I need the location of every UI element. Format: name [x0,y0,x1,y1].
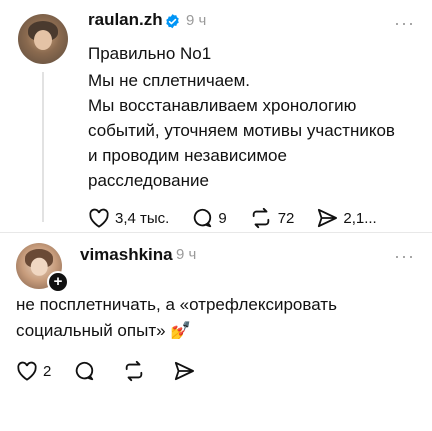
post-actions: 3,4 тыс. 9 72 2,1... [88,207,399,229]
like-count: 3,4 тыс. [115,209,170,227]
more-options-icon[interactable]: ··· [394,14,415,32]
reply-button[interactable] [73,360,100,382]
like-button[interactable]: 3,4 тыс. [88,208,169,228]
post-line: и проводим независимое [88,146,287,165]
send-icon [175,361,195,381]
like-count: 2 [43,362,52,380]
post-line: не посплетничать, а «отрефлексировать [16,295,337,314]
like-button[interactable]: 2 [16,361,51,381]
share-button[interactable] [173,361,200,381]
send-icon [318,208,338,228]
follow-plus-icon[interactable]: + [47,271,69,293]
username[interactable]: vimashkina [80,245,173,265]
repost-button[interactable] [122,360,151,382]
avatar[interactable] [18,14,68,64]
comment-icon [76,361,94,381]
comment-icon [194,208,212,228]
repost-button[interactable]: 72 [249,207,295,229]
post-line: социальный опыт» 💅 [16,321,192,340]
post-actions: 2 [16,360,222,382]
post-2: + vimashkina 9 ч ··· не посплетничать, а… [0,233,432,431]
post-line: событий, уточняем мотивы участников [88,121,395,140]
verified-badge-icon [166,14,179,29]
reply-button[interactable]: 9 [191,207,227,229]
more-options-icon[interactable]: ··· [394,247,415,265]
post-line: Мы восстанавливаем хронологию [88,96,357,115]
reply-count: 9 [218,209,227,227]
heart-icon [17,361,37,381]
post-line: Мы не сплетничаем. [88,71,251,90]
username[interactable]: raulan.zh [88,10,163,30]
post-line: расследование [88,171,209,190]
share-button[interactable]: 2,1... [316,208,377,228]
share-count: 2,1... [343,209,377,227]
repost-icon [252,207,269,229]
post-1: raulan.zh 9 ч ··· Правильно No1 Мы не сп… [0,0,432,232]
timestamp: 9 ч [186,12,207,29]
timestamp: 9 ч [176,246,197,263]
repost-count: 72 [277,209,295,227]
heart-icon [89,208,109,228]
post-line: Правильно No1 [88,44,212,63]
repost-icon [126,360,143,382]
thread-line [42,72,44,222]
